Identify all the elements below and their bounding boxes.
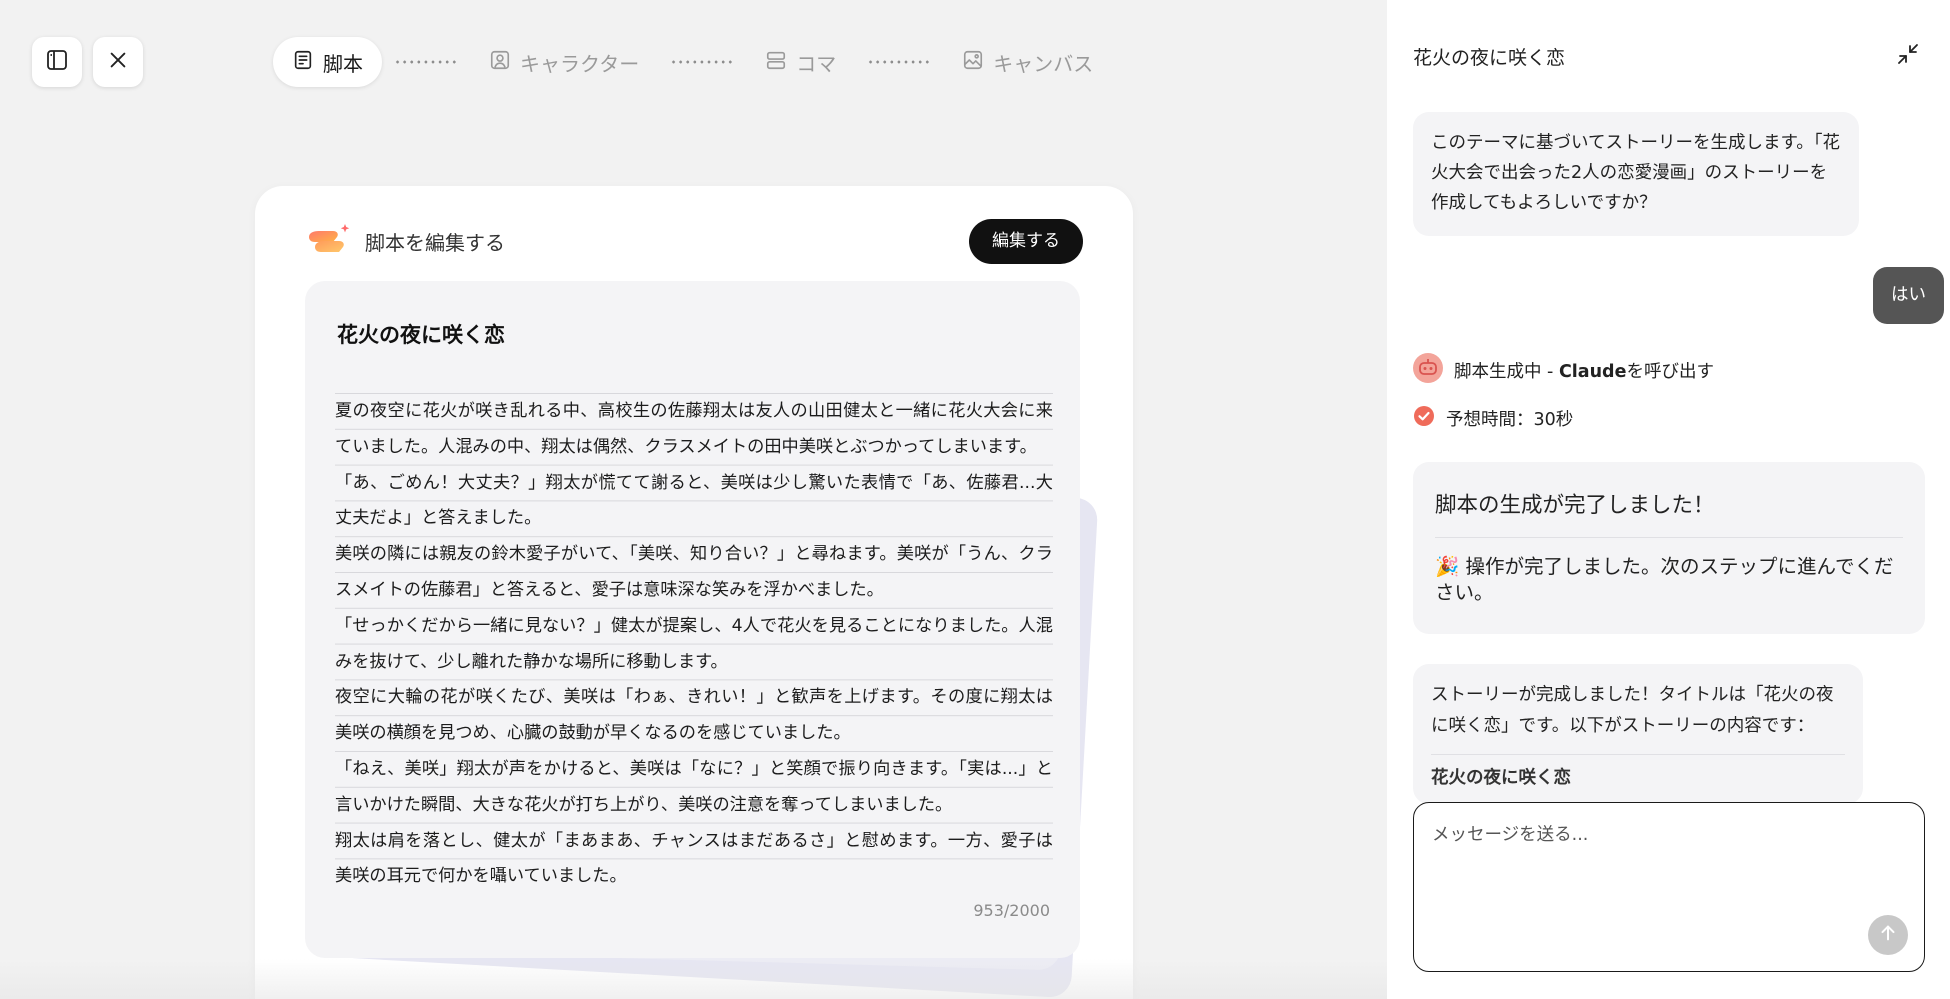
script-paragraph: 「あ、ごめん！大丈夫？」翔太が慌てて謝ると、美咲は少し驚いた表情で「あ、佐藤君.… bbox=[335, 472, 1053, 529]
status-suffix: を呼び出す bbox=[1626, 362, 1714, 382]
tab-character[interactable]: キャラクター bbox=[470, 37, 658, 87]
script-paragraph: 翔太は肩を落とし、健太が「まあまあ、チャンスはまだあるさ」と慰めます。一方、愛子… bbox=[335, 830, 1053, 887]
user-message: はい bbox=[1873, 267, 1944, 324]
story-text: ストーリーが完成しました！タイトルは「花火の夜に咲く恋」です。以下がストーリーの… bbox=[1431, 685, 1834, 736]
sidebar-toggle-button[interactable] bbox=[32, 37, 82, 87]
tab-canvas[interactable]: キャンバス bbox=[943, 37, 1112, 87]
brand-logo-icon bbox=[305, 221, 353, 261]
collapse-button[interactable] bbox=[1892, 40, 1924, 72]
message-composer bbox=[1413, 802, 1925, 972]
story-message: ストーリーが完成しました！タイトルは「花火の夜に咲く恋」です。以下がストーリーの… bbox=[1413, 664, 1863, 804]
generation-status: 脚本生成中 - Claudeを呼び出す bbox=[1413, 353, 1714, 388]
script-text-area[interactable]: 夏の夜空に花火が咲き乱れる中、高校生の佐藤翔太は友人の山田健太と一緒に花火大会に… bbox=[335, 393, 1053, 893]
user-card-icon bbox=[489, 49, 511, 76]
character-counter: 953/2000 bbox=[973, 901, 1050, 920]
script-paragraph: 夜空に大輪の花が咲くたび、美咲は「わぁ、きれい！」と歓声を上げます。その度に翔太… bbox=[335, 687, 1053, 744]
step-divider bbox=[670, 60, 735, 64]
chat-panel: 花火の夜に咲く恋 このテーマに基づいてストーリーを生成します。「花火大会で出会っ… bbox=[1387, 0, 1950, 999]
bottom-fade bbox=[0, 959, 1387, 999]
collapse-arrows-icon bbox=[1896, 42, 1920, 70]
sidebar-panel-icon bbox=[45, 48, 69, 76]
editor-header-title: 脚本を編集する bbox=[365, 230, 505, 255]
robot-avatar-icon bbox=[1413, 353, 1443, 388]
check-circle-icon bbox=[1413, 405, 1435, 432]
panels-icon bbox=[765, 49, 787, 76]
script-paper: 花火の夜に咲く恋 夏の夜空に花火が咲き乱れる中、高校生の佐藤翔太は友人の山田健太… bbox=[305, 281, 1080, 958]
script-paragraph: 「せっかくだから一緒に見ない？」健太が提案し、4人で花火を見ることになりました。… bbox=[335, 615, 1053, 672]
completion-title: 脚本の生成が完了しました！ bbox=[1435, 462, 1903, 538]
estimate-status: 予想時間：30秒 bbox=[1413, 405, 1573, 432]
completion-text: 🎉 操作が完了しました。次のステップに進んでください。 bbox=[1435, 555, 1894, 604]
tab-label: キャラクター bbox=[520, 51, 640, 76]
completion-message: 脚本の生成が完了しました！ 🎉 操作が完了しました。次のステップに進んでください… bbox=[1413, 462, 1925, 634]
chat-title: 花火の夜に咲く恋 bbox=[1413, 46, 1566, 69]
close-icon bbox=[107, 49, 129, 75]
image-icon bbox=[962, 49, 984, 76]
document-icon bbox=[292, 49, 314, 76]
message-input[interactable] bbox=[1432, 821, 1902, 931]
status-model: Claude bbox=[1558, 362, 1627, 382]
workspace: 脚本 キャラクター コマ キャンバス 脚本を編集する 編集する 花火の夜に咲く恋… bbox=[0, 0, 1387, 999]
assistant-message: このテーマに基づいてストーリーを生成します。「花火大会で出会った2人の恋愛漫画」… bbox=[1413, 112, 1859, 236]
script-paragraph: 美咲の隣には親友の鈴木愛子がいて、「美咲、知り合い？」と尋ねます。美咲が「うん、… bbox=[335, 544, 1053, 600]
tab-label: キャンバス bbox=[993, 51, 1094, 76]
edit-button[interactable]: 編集する bbox=[969, 218, 1083, 264]
chat-header: 花火の夜に咲く恋 bbox=[1413, 40, 1924, 72]
estimate-text: 予想時間：30秒 bbox=[1446, 410, 1574, 430]
tab-panels[interactable]: コマ bbox=[746, 37, 855, 87]
step-divider bbox=[867, 60, 932, 64]
status-prefix: 脚本生成中 - bbox=[1454, 362, 1559, 382]
arrow-up-icon bbox=[1877, 922, 1899, 948]
editor-header: 脚本を編集する 編集する bbox=[305, 218, 1083, 264]
tab-label: 脚本 bbox=[323, 51, 363, 76]
script-paragraph: 夏の夜空に花火が咲き乱れる中、高校生の佐藤翔太は友人の山田健太と一緒に花火大会に… bbox=[335, 401, 1053, 457]
script-title: 花火の夜に咲く恋 bbox=[337, 323, 505, 347]
step-navigation: 脚本 キャラクター コマ キャンバス bbox=[273, 36, 1112, 88]
step-divider bbox=[394, 60, 458, 64]
status-text: 脚本生成中 - Claudeを呼び出す bbox=[1454, 358, 1714, 383]
script-paragraph: 「ねえ、美咲」翔太が声をかけると、美咲は「なに？」と笑顔で振り向きます。「実は.… bbox=[335, 758, 1053, 815]
send-button[interactable] bbox=[1868, 915, 1908, 955]
tab-label: コマ bbox=[796, 51, 837, 76]
tab-script[interactable]: 脚本 bbox=[273, 37, 382, 87]
story-subtitle: 花火の夜に咲く恋 bbox=[1431, 754, 1845, 794]
close-button[interactable] bbox=[93, 37, 143, 87]
